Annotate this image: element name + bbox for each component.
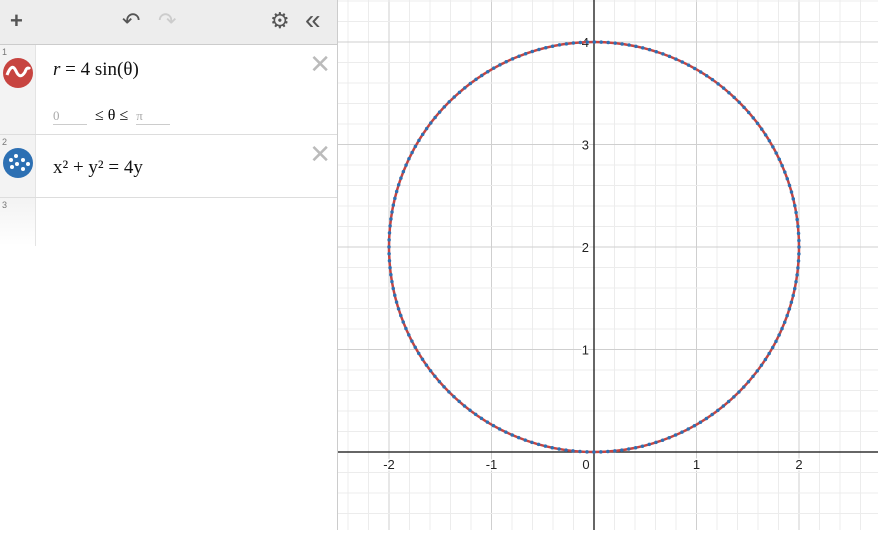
points-color-icon[interactable]: [3, 148, 33, 178]
delete-expression-button[interactable]: ✕: [309, 49, 331, 80]
y-tick-label: 1: [582, 343, 589, 358]
settings-gear-icon[interactable]: ⚙: [270, 8, 290, 34]
redo-button[interactable]: ↷: [158, 8, 176, 34]
expression-input[interactable]: x² + y² = 4y: [53, 157, 143, 179]
y-tick-label: 2: [582, 240, 589, 255]
expression-row-2[interactable]: 2 x² + y² = 4y ✕: [0, 135, 337, 198]
expression-index: 1: [2, 47, 8, 57]
curve-color-icon[interactable]: [3, 58, 33, 88]
x-tick-label: 2: [795, 457, 802, 472]
delete-expression-button[interactable]: ✕: [309, 139, 331, 170]
add-expression-button[interactable]: +: [10, 8, 23, 34]
collapse-panel-button[interactable]: «: [305, 4, 321, 36]
toolbar: + ↶ ↷ ⚙ «: [0, 0, 337, 45]
x-tick-label: -2: [383, 457, 395, 472]
expression-index: 2: [2, 137, 8, 147]
x-tick-label: -1: [486, 457, 498, 472]
y-tick-label: 3: [582, 138, 589, 153]
domain-min-input[interactable]: 0: [53, 108, 87, 125]
graph-canvas[interactable]: -2 -1 0 1 2 1 2 3 4: [338, 0, 878, 530]
expression-row-1[interactable]: 1 r = 4 sin(θ) 0 ≤ θ ≤ π ✕: [0, 45, 337, 135]
x-tick-label: 1: [693, 457, 700, 472]
domain-label: ≤ θ ≤: [95, 107, 129, 124]
expression-panel: + ↶ ↷ ⚙ « 1 r = 4 sin(θ) 0 ≤ θ ≤ π ✕ 2 x…: [0, 0, 338, 530]
domain-max-input[interactable]: π: [136, 108, 171, 125]
undo-button[interactable]: ↶: [122, 8, 140, 34]
expression-index: 3: [2, 200, 8, 210]
expression-row-3[interactable]: 3: [0, 198, 337, 246]
x-tick-label: 0: [582, 457, 589, 472]
expression-input[interactable]: r = 4 sin(θ): [53, 59, 139, 81]
